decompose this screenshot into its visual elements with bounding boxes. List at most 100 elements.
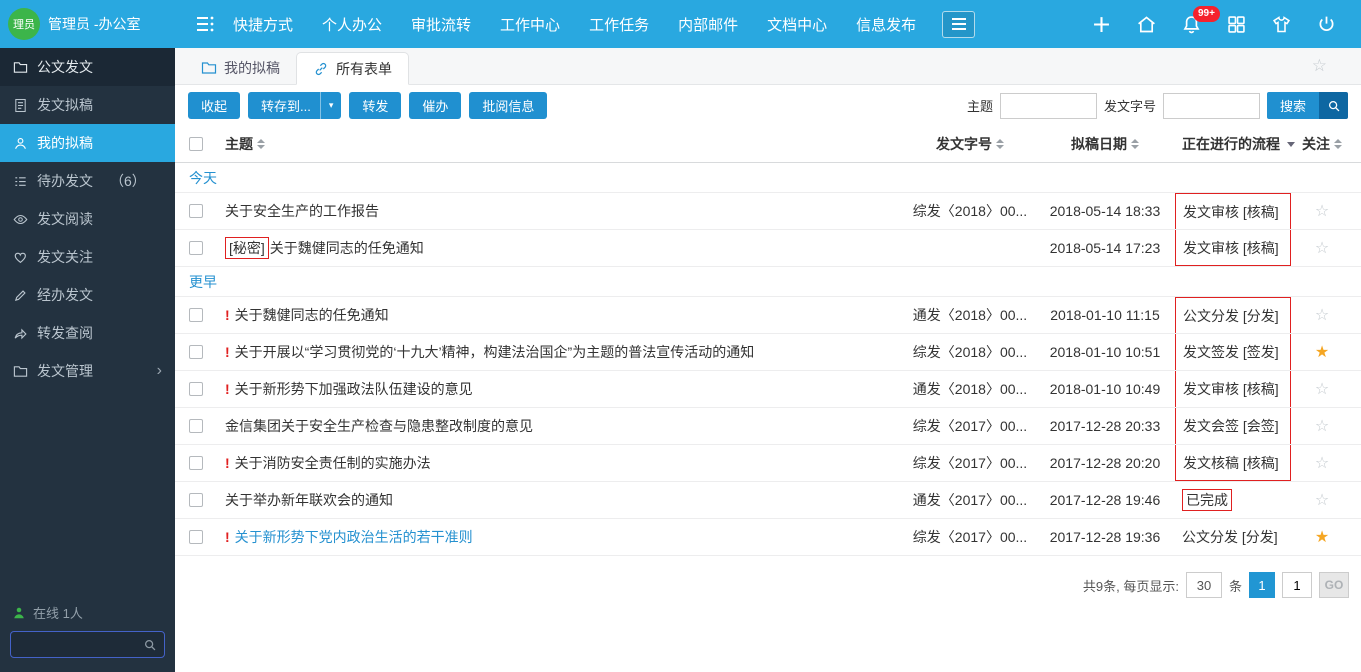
row-checkbox[interactable] [189, 241, 203, 255]
row-subject[interactable]: 关于新形势下加强政法队伍建设的意见 [235, 379, 473, 399]
sidebar-search-input[interactable] [18, 637, 143, 652]
bell-button[interactable]: 99+ [1169, 0, 1214, 48]
table-row[interactable]: !关于新形势下党内政治生活的若干准则综发〈2017〉00...2017-12-2… [175, 519, 1361, 556]
eye-icon [13, 212, 28, 227]
row-subject[interactable]: 关于新形势下党内政治生活的若干准则 [235, 527, 473, 547]
nav-item[interactable]: 工作中心 [500, 14, 560, 35]
sidebar-item-my-drafts[interactable]: 我的拟稿 [0, 124, 175, 162]
sort-icon[interactable] [257, 139, 265, 149]
col-follow[interactable]: 关注 [1297, 126, 1347, 162]
nav-item[interactable]: 快捷方式 [233, 14, 293, 35]
nav-item[interactable]: 信息发布 [856, 14, 916, 35]
row-subject[interactable]: 关于魏健同志的任免通知 [235, 305, 389, 325]
row-flow-status: 已完成 [1175, 482, 1291, 518]
col-doc-number[interactable]: 发文字号 [905, 126, 1035, 162]
save-to-button[interactable]: 转存到... ▾ [248, 92, 341, 119]
sort-icon[interactable] [996, 139, 1004, 149]
sidebar-item-dispatch-docs[interactable]: 公文发文 [0, 48, 175, 86]
col-subject[interactable]: 主题 [225, 126, 905, 162]
table-row[interactable]: 金信集团关于安全生产检查与隐患整改制度的意见综发〈2017〉00...2017-… [175, 408, 1361, 445]
nav-item[interactable]: 个人办公 [322, 14, 382, 35]
row-checkbox[interactable] [189, 345, 203, 359]
row-checkbox[interactable] [189, 493, 203, 507]
sidebar: 公文发文发文拟稿我的拟稿待办发文（6）发文阅读发文关注经办发文转发查阅发文管理›… [0, 48, 175, 672]
col-draft-date[interactable]: 拟稿日期 [1035, 126, 1175, 162]
star-icon[interactable]: ☆ [1315, 416, 1329, 436]
home-button[interactable] [1124, 0, 1169, 48]
search-icon[interactable] [143, 638, 157, 652]
star-icon[interactable]: ★ [1315, 342, 1329, 362]
user-brand[interactable]: 理员 管理员 -办公室 [0, 0, 175, 48]
sidebar-item-pending-docs[interactable]: 待办发文（6） [0, 162, 175, 200]
grid-button[interactable] [1214, 0, 1259, 48]
favorite-star-icon[interactable]: ☆ [1312, 56, 1327, 76]
tab-all-forms[interactable]: 所有表单 [296, 52, 409, 85]
sidebar-item-doc-management[interactable]: 发文管理› [0, 352, 175, 390]
table-row[interactable]: [秘密]关于魏健同志的任免通知2018-05-14 17:23发文审核 [核稿]… [175, 230, 1361, 267]
row-checkbox[interactable] [189, 419, 203, 433]
nav-item[interactable]: 文档中心 [767, 14, 827, 35]
star-icon[interactable]: ☆ [1315, 490, 1329, 510]
row-checkbox[interactable] [189, 382, 203, 396]
star-icon[interactable]: ☆ [1315, 453, 1329, 473]
row-subject[interactable]: 关于安全生产的工作报告 [225, 201, 379, 221]
star-icon[interactable]: ☆ [1315, 305, 1329, 325]
table-row[interactable]: !关于魏健同志的任免通知通发〈2018〉00...2018-01-10 11:1… [175, 297, 1361, 334]
star-icon[interactable]: ☆ [1315, 238, 1329, 258]
star-icon[interactable]: ☆ [1315, 379, 1329, 399]
table-row[interactable]: 关于安全生产的工作报告综发〈2018〉00...2018-05-14 18:33… [175, 193, 1361, 230]
page-size-select[interactable]: 30 [1186, 572, 1222, 598]
filter-caret-icon[interactable] [1287, 142, 1295, 147]
urge-button[interactable]: 催办 [409, 92, 461, 119]
table-row[interactable]: !关于新形势下加强政法队伍建设的意见通发〈2018〉00...2018-01-1… [175, 371, 1361, 408]
folder-icon [201, 60, 217, 76]
theme-button[interactable] [1259, 0, 1304, 48]
page-jump-input[interactable] [1282, 572, 1312, 598]
sidebar-item-draft-doc[interactable]: 发文拟稿 [0, 86, 175, 124]
collapse-button[interactable]: 收起 [188, 92, 240, 119]
row-subject[interactable]: 关于魏健同志的任免通知 [270, 238, 424, 258]
review-info-button[interactable]: 批阅信息 [469, 92, 547, 119]
sort-icon[interactable] [1131, 139, 1139, 149]
nav-item[interactable]: 内部邮件 [678, 14, 738, 35]
star-icon[interactable]: ★ [1315, 527, 1329, 547]
col-flow[interactable]: 正在进行的流程 [1175, 126, 1297, 162]
table-row[interactable]: !关于消防安全责任制的实施办法综发〈2017〉00...2017-12-28 2… [175, 445, 1361, 482]
nav-item[interactable]: 工作任务 [589, 14, 649, 35]
row-subject[interactable]: 关于举办新年联欢会的通知 [225, 490, 393, 510]
flow-annotation-box: 已完成 [1182, 489, 1232, 511]
star-icon[interactable]: ☆ [1315, 201, 1329, 221]
row-flow-status: 发文审核 [核稿] [1175, 193, 1291, 229]
sidebar-item-label: 经办发文 [37, 285, 93, 305]
select-all-checkbox[interactable] [189, 137, 203, 151]
page-button-1[interactable]: 1 [1249, 572, 1275, 598]
go-button[interactable]: GO [1319, 572, 1349, 598]
tab-my-drafts[interactable]: 我的拟稿 [185, 51, 296, 84]
sidebar-item-read-docs[interactable]: 发文阅读 [0, 200, 175, 238]
app-list-icon[interactable] [193, 12, 217, 36]
row-subject[interactable]: 金信集团关于安全生产检查与隐患整改制度的意见 [225, 416, 533, 436]
row-checkbox[interactable] [189, 204, 203, 218]
docno-filter-input[interactable] [1163, 93, 1260, 119]
sort-icon[interactable] [1334, 139, 1342, 149]
forward-button[interactable]: 转发 [349, 92, 401, 119]
nav-item[interactable]: 审批流转 [411, 14, 471, 35]
row-subject[interactable]: 关于开展以“学习贯彻党的‘十九大’精神，构建法治国企”为主题的普法宣传活动的通知 [235, 342, 755, 362]
power-button[interactable] [1304, 0, 1349, 48]
sidebar-item-followed-docs[interactable]: 发文关注 [0, 238, 175, 276]
nav-more-button[interactable] [942, 11, 975, 38]
chevron-down-icon[interactable]: ▾ [320, 92, 342, 119]
table-row[interactable]: 关于举办新年联欢会的通知通发〈2017〉00...2017-12-28 19:4… [175, 482, 1361, 519]
row-checkbox[interactable] [189, 530, 203, 544]
plus-button[interactable] [1079, 0, 1124, 48]
sidebar-item-forward-review[interactable]: 转发查阅 [0, 314, 175, 352]
row-subject[interactable]: 关于消防安全责任制的实施办法 [235, 453, 431, 473]
subject-filter-input[interactable] [1000, 93, 1097, 119]
table-row[interactable]: !关于开展以“学习贯彻党的‘十九大’精神，构建法治国企”为主题的普法宣传活动的通… [175, 334, 1361, 371]
sidebar-search[interactable] [10, 631, 165, 658]
avatar[interactable]: 理员 [8, 8, 40, 40]
search-button[interactable]: 搜索 [1267, 92, 1348, 119]
sidebar-item-handled-docs[interactable]: 经办发文 [0, 276, 175, 314]
row-checkbox[interactable] [189, 308, 203, 322]
row-checkbox[interactable] [189, 456, 203, 470]
